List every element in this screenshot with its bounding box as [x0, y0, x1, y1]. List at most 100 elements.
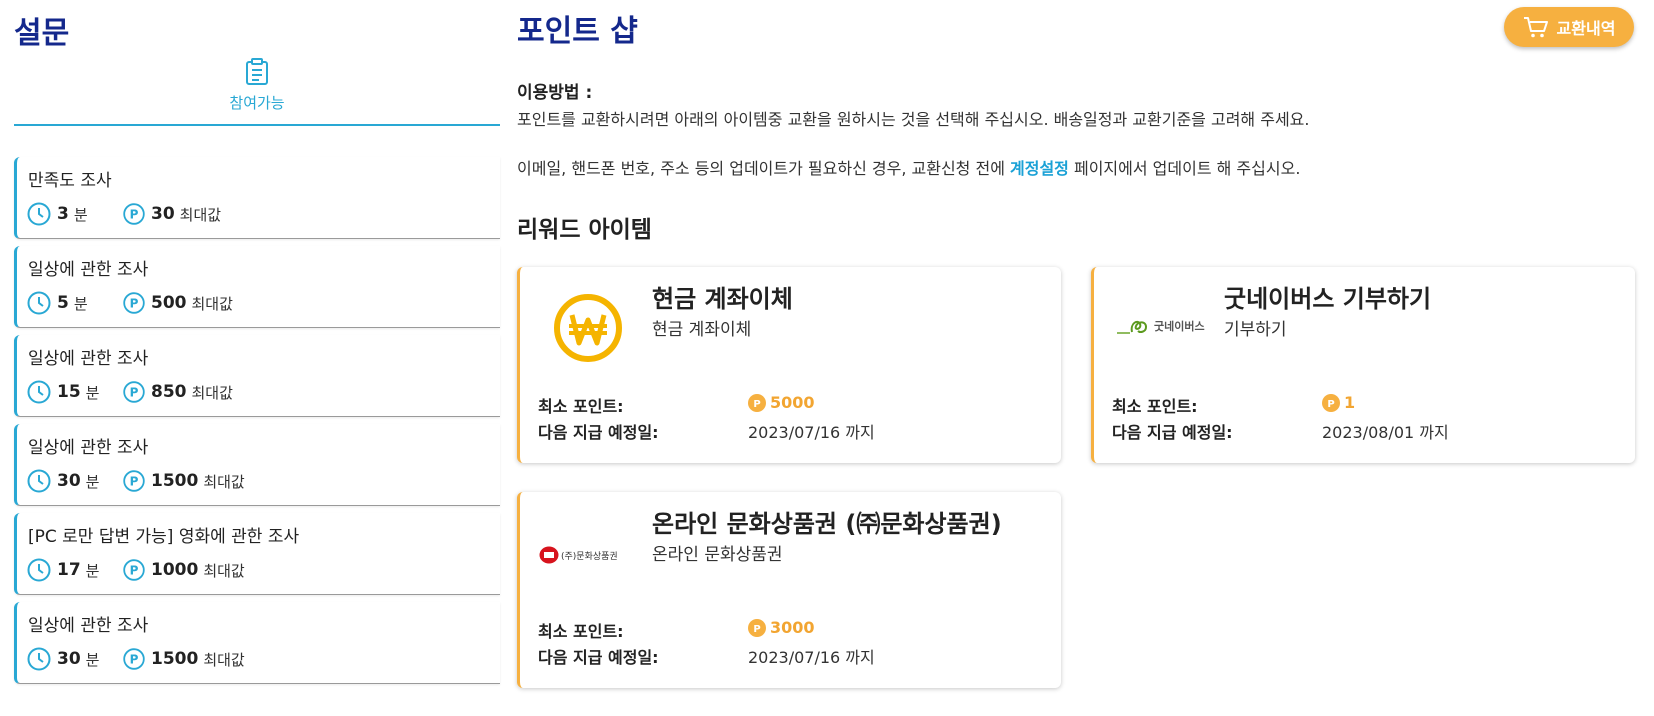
next-payout-date: 2023/07/16 까지: [748, 648, 875, 667]
point-coin-icon: P: [1322, 393, 1340, 412]
survey-item-title: 일상에 관한 조사: [28, 616, 149, 636]
won-coin-icon: [554, 294, 622, 362]
point-coin-icon: P: [748, 393, 766, 412]
survey-item-meta: 3 분 P 30 최대값: [27, 202, 221, 226]
reward-card-subtitle: 기부하기: [1224, 320, 1287, 340]
point-icon: P: [123, 203, 145, 225]
min-points-label: 최소 포인트:: [1112, 397, 1198, 416]
survey-points: 1000: [151, 560, 199, 580]
point-icon: P: [123, 470, 145, 492]
survey-item-meta: 15 분 P 850 최대값: [27, 380, 233, 404]
min-points: 3000: [770, 618, 815, 637]
survey-title: 설문: [14, 16, 70, 51]
exchange-history-button[interactable]: 교환내역: [1504, 7, 1634, 47]
survey-item-duration: 3 분: [27, 202, 123, 226]
survey-item-title: 만족도 조사: [28, 171, 112, 191]
next-payout-label: 다음 지급 예정일:: [1112, 423, 1233, 442]
survey-minutes: 30: [57, 649, 81, 669]
min-points-value: P 5000: [748, 393, 815, 412]
next-payout-date: 2023/08/01 까지: [1322, 423, 1449, 442]
howto-text: 포인트를 교환하시려면 아래의 아이템중 교환을 원하시는 것을 선택해 주십시…: [517, 110, 1310, 129]
reward-card-name: 온라인 문화상품권 (㈜문화상품권): [652, 510, 1002, 538]
survey-item[interactable]: [PC 로만 답변 가능] 영화에 관한 조사 17 분 P 1000 최대값: [14, 513, 500, 595]
minute-unit: 분: [85, 472, 100, 491]
survey-minutes: 3: [57, 204, 69, 224]
minute-unit: 분: [73, 205, 88, 224]
exchange-history-label: 교환내역: [1556, 19, 1616, 38]
max-label: 최대값: [203, 650, 245, 669]
culture-gift-logo-text: (주)문화상품권: [561, 551, 618, 562]
max-label: 최대값: [191, 294, 233, 313]
account-note: 이메일, 핸드폰 번호, 주소 등의 업데이트가 필요하신 경우, 교환신청 전…: [517, 155, 1300, 179]
min-points-value: P 3000: [748, 618, 815, 637]
reward-card-culture-gift[interactable]: (주)문화상품권 온라인 문화상품권 (㈜문화상품권) 온라인 문화상품권 최소…: [517, 492, 1061, 688]
min-points-label: 최소 포인트:: [538, 397, 624, 416]
clock-icon: [27, 647, 51, 671]
survey-item-duration: 30 분: [27, 647, 123, 671]
shop-title: 포인트 샵: [517, 14, 638, 49]
next-payout-label: 다음 지급 예정일:: [538, 648, 659, 667]
survey-item-meta: 17 분 P 1000 최대값: [27, 558, 245, 582]
reward-card-name: 굿네이버스 기부하기: [1224, 285, 1432, 313]
clock-icon: [27, 380, 51, 404]
culture-gift-mark-icon: [539, 546, 559, 564]
max-label: 최대값: [203, 472, 245, 491]
survey-points: 1500: [151, 471, 199, 491]
survey-item[interactable]: 일상에 관한 조사 30 분 P 1500 최대값: [14, 602, 500, 684]
note-text-after: 페이지에서 업데이트 해 주십시오.: [1068, 159, 1301, 178]
reward-card-name: 현금 계좌이체: [652, 285, 793, 313]
survey-panel: 설문 참여가능 만족도 조사 3 분 P 30 최대값 일상에 관한 조사 5 …: [14, 0, 500, 716]
point-icon: P: [123, 559, 145, 581]
survey-item-duration: 17 분: [27, 558, 123, 582]
point-coin-icon: P: [748, 618, 766, 637]
tab-available[interactable]: 참여가능: [14, 56, 500, 126]
survey-item[interactable]: 일상에 관한 조사 15 분 P 850 최대값: [14, 335, 500, 417]
survey-item[interactable]: 일상에 관한 조사 30 분 P 1500 최대값: [14, 424, 500, 506]
svg-text:P: P: [130, 475, 139, 489]
survey-minutes: 17: [57, 560, 81, 580]
rewards-title: 리워드 아이템: [517, 217, 652, 243]
next-payout-date: 2023/07/16 까지: [748, 423, 875, 442]
clock-icon: [27, 291, 51, 315]
survey-item-meta: 30 분 P 1500 최대값: [27, 647, 245, 671]
survey-minutes: 30: [57, 471, 81, 491]
clock-icon: [27, 469, 51, 493]
max-label: 최대값: [203, 561, 245, 580]
survey-item[interactable]: 만족도 조사 3 분 P 30 최대값: [14, 157, 500, 239]
survey-item-title: [PC 로만 답변 가능] 영화에 관한 조사: [28, 527, 300, 547]
point-icon: P: [123, 648, 145, 670]
svg-text:P: P: [753, 399, 760, 410]
svg-text:P: P: [1327, 399, 1334, 410]
next-payout-label: 다음 지급 예정일:: [538, 423, 659, 442]
point-icon: P: [123, 292, 145, 314]
minute-unit: 분: [85, 650, 100, 669]
goodneighbors-mark-icon: [1117, 320, 1148, 334]
svg-text:P: P: [130, 297, 139, 311]
clipboard-icon: [246, 58, 268, 85]
survey-points: 850: [151, 382, 187, 402]
reward-card-donation[interactable]: 굿네이버스 굿네이버스 기부하기 기부하기 최소 포인트: P 1 다음 지급 …: [1091, 267, 1635, 463]
survey-minutes: 5: [57, 293, 69, 313]
max-label: 최대값: [191, 383, 233, 402]
svg-text:P: P: [753, 624, 760, 635]
survey-item-duration: 30 분: [27, 469, 123, 493]
survey-points: 500: [151, 293, 187, 313]
survey-item[interactable]: 일상에 관한 조사 5 분 P 500 최대값: [14, 246, 500, 328]
survey-points: 30: [151, 204, 175, 224]
survey-item-title: 일상에 관한 조사: [28, 260, 149, 280]
survey-item-title: 일상에 관한 조사: [28, 438, 149, 458]
min-points: 1: [1344, 393, 1356, 412]
clock-icon: [27, 558, 51, 582]
point-icon: P: [123, 381, 145, 403]
account-settings-link[interactable]: 계정설정: [1010, 159, 1069, 178]
svg-text:P: P: [130, 386, 139, 400]
min-points-label: 최소 포인트:: [538, 622, 624, 641]
goodneighbors-logo-text: 굿네이버스: [1154, 320, 1205, 333]
clock-icon: [27, 202, 51, 226]
survey-item-meta: 5 분 P 500 최대값: [27, 291, 233, 315]
svg-text:P: P: [130, 208, 139, 222]
cart-icon: [1523, 17, 1548, 38]
survey-item-title: 일상에 관한 조사: [28, 349, 149, 369]
survey-item-meta: 30 분 P 1500 최대값: [27, 469, 245, 493]
reward-card-cash[interactable]: 현금 계좌이체 현금 계좌이체 최소 포인트: P 5000 다음 지급 예정일…: [517, 267, 1061, 463]
